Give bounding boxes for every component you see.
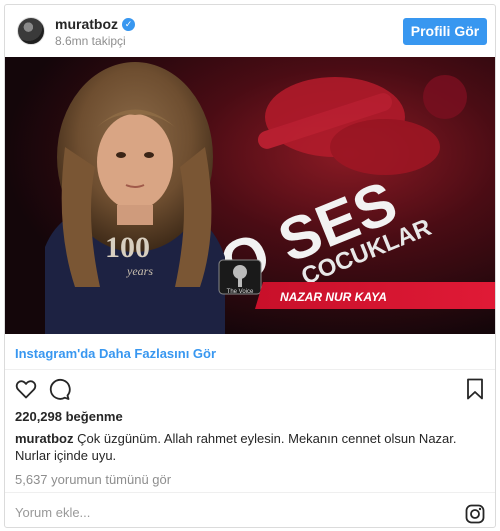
caption-text: Çok üzgünüm. Allah rahmet eylesin. Mekan…	[15, 431, 457, 463]
post-photo-illustration: O SES ÇOCUKLAR 100 years The Voice NAZAR…	[5, 57, 495, 334]
follower-count: 8.6mn takipçi	[55, 34, 126, 48]
post-header: muratboz ✓ 8.6mn takipçi Profili Gör	[5, 5, 495, 57]
divider	[5, 369, 495, 370]
heart-icon[interactable]	[14, 377, 38, 401]
the-voice-badge-icon: The Voice	[218, 259, 262, 295]
like-count[interactable]: 220,298 beğenme	[15, 409, 123, 424]
verified-badge-icon: ✓	[122, 17, 135, 31]
caption-username[interactable]: muratboz	[15, 431, 74, 446]
name-banner-text: NAZAR NUR KAYA	[280, 290, 387, 304]
post-caption: muratboz Çok üzgünüm. Allah rahmet eyles…	[15, 430, 485, 464]
shirt-text: 100	[105, 231, 150, 264]
view-all-comments-link[interactable]: 5,637 yorumun tümünü gör	[15, 472, 171, 487]
username-row: muratboz ✓	[55, 16, 135, 32]
add-comment-input[interactable]: Yorum ekle...	[15, 505, 90, 520]
instagram-embed-card: muratboz ✓ 8.6mn takipçi Profili Gör O S…	[4, 4, 496, 528]
more-on-instagram-link[interactable]: Instagram'da Daha Fazlasını Gör	[15, 346, 216, 361]
comment-bubble-icon[interactable]	[47, 377, 71, 401]
divider	[5, 492, 495, 493]
username[interactable]: muratboz	[55, 16, 118, 32]
bookmark-icon[interactable]	[463, 377, 487, 401]
post-photo[interactable]: O SES ÇOCUKLAR 100 years The Voice NAZAR…	[5, 57, 495, 334]
instagram-icon[interactable]	[465, 504, 485, 524]
view-profile-button[interactable]: Profili Gör	[403, 18, 487, 45]
name-banner: NAZAR NUR KAYA	[255, 282, 495, 309]
person-figure: 100 years	[45, 62, 225, 334]
avatar[interactable]	[17, 17, 45, 45]
shirt-subtext: years	[126, 264, 153, 278]
badge-text: The Voice	[227, 289, 254, 295]
